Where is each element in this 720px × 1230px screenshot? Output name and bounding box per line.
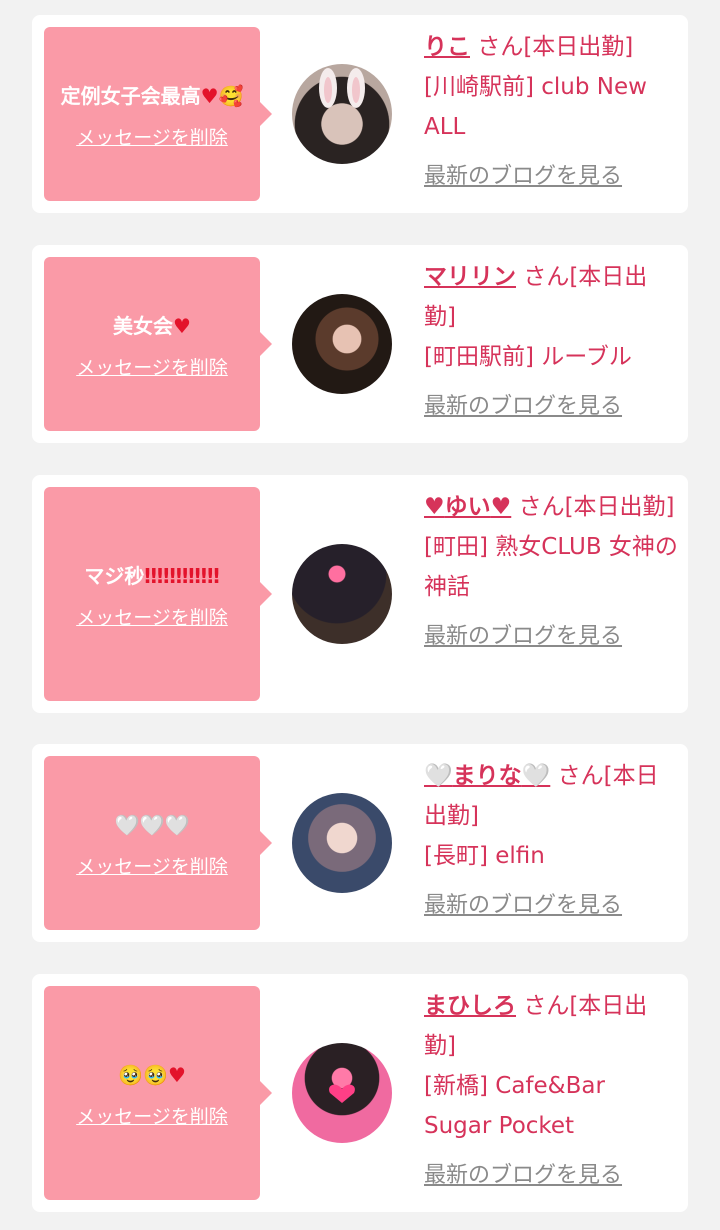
cast-card: 定例女子会最高♥🥰 メッセージを削除 りこ さん[本日出勤] [川崎駅前] cl… bbox=[32, 15, 688, 213]
message-text: 🥹🥹♥ bbox=[118, 1062, 186, 1087]
cast-name-link[interactable]: 🤍まりな🤍 bbox=[424, 763, 550, 789]
cast-card: マジ秒‼‼‼‼‼‼ メッセージを削除 ♥ゆい♥ さん[本日出勤] [町田] 熟女… bbox=[32, 475, 688, 713]
message-bubble: 🤍🤍🤍 メッセージを削除 bbox=[44, 756, 272, 930]
latest-blog-link[interactable]: 最新のブログを見る bbox=[424, 161, 678, 193]
delete-message-link[interactable]: メッセージを削除 bbox=[76, 353, 228, 380]
store-name: [長町] elfin bbox=[424, 843, 545, 869]
latest-blog-link[interactable]: 最新のブログを見る bbox=[424, 1160, 678, 1192]
avatar[interactable] bbox=[292, 1043, 392, 1143]
delete-message-link[interactable]: メッセージを削除 bbox=[76, 603, 228, 630]
message-bubble: 定例女子会最高♥🥰 メッセージを削除 bbox=[44, 27, 272, 201]
cast-card: 美女会♥ メッセージを削除 マリリン さん[本日出勤] [町田駅前] ルーブル … bbox=[32, 245, 688, 443]
message-bubble: 🥹🥹♥ メッセージを削除 bbox=[44, 986, 272, 1200]
avatar[interactable] bbox=[292, 544, 392, 644]
cast-name-link[interactable]: りこ bbox=[424, 34, 470, 60]
message-text: マジ秒‼‼‼‼‼‼ bbox=[84, 563, 220, 588]
cast-name-link[interactable]: まひしろ bbox=[424, 993, 516, 1019]
avatar[interactable] bbox=[292, 64, 392, 164]
store-name: [新橋] Cafe&Bar Sugar Pocket bbox=[424, 1073, 605, 1139]
cast-status: さん[本日出勤] bbox=[477, 34, 634, 60]
message-bubble: マジ秒‼‼‼‼‼‼ メッセージを削除 bbox=[44, 487, 272, 701]
avatar[interactable] bbox=[292, 793, 392, 893]
latest-blog-link[interactable]: 最新のブログを見る bbox=[424, 391, 678, 423]
message-text: 美女会♥ bbox=[113, 313, 191, 338]
store-name: [町田] 熟女CLUB 女神の神話 bbox=[424, 534, 678, 600]
message-list: 定例女子会最高♥🥰 メッセージを削除 りこ さん[本日出勤] [川崎駅前] cl… bbox=[0, 0, 720, 1230]
avatar[interactable] bbox=[292, 294, 392, 394]
latest-blog-link[interactable]: 最新のブログを見る bbox=[424, 890, 678, 922]
cast-info: 🤍まりな🤍 さん[本日出勤] [長町] elfin 最新のブログを見る bbox=[424, 756, 678, 922]
store-name: [町田駅前] ルーブル bbox=[424, 344, 632, 370]
delete-message-link[interactable]: メッセージを削除 bbox=[76, 1102, 228, 1129]
cast-name-link[interactable]: マリリン bbox=[424, 264, 516, 290]
heart-icon bbox=[329, 1084, 355, 1103]
cast-name-link[interactable]: ♥ゆい♥ bbox=[424, 494, 511, 520]
cast-info: ♥ゆい♥ さん[本日出勤] [町田] 熟女CLUB 女神の神話 最新のブログを見… bbox=[424, 487, 678, 653]
cast-status: さん[本日出勤] bbox=[518, 494, 675, 520]
latest-blog-link[interactable]: 最新のブログを見る bbox=[424, 621, 678, 653]
delete-message-link[interactable]: メッセージを削除 bbox=[76, 852, 228, 879]
delete-message-link[interactable]: メッセージを削除 bbox=[76, 123, 228, 150]
cast-info: マリリン さん[本日出勤] [町田駅前] ルーブル 最新のブログを見る bbox=[424, 257, 678, 423]
cast-info: りこ さん[本日出勤] [川崎駅前] club New ALL 最新のブログを見… bbox=[424, 27, 678, 193]
message-text: 🤍🤍🤍 bbox=[114, 812, 190, 837]
bunny-ears-icon bbox=[319, 68, 365, 108]
cast-card: 🤍🤍🤍 メッセージを削除 🤍まりな🤍 さん[本日出勤] [長町] elfin 最… bbox=[32, 744, 688, 942]
message-text: 定例女子会最高♥🥰 bbox=[60, 83, 244, 108]
cast-card: 🥹🥹♥ メッセージを削除 まひしろ さん[本日出勤] [新橋] Cafe&Bar… bbox=[32, 974, 688, 1212]
store-name: [川崎駅前] club New ALL bbox=[424, 74, 647, 140]
message-bubble: 美女会♥ メッセージを削除 bbox=[44, 257, 272, 431]
cast-info: まひしろ さん[本日出勤] [新橋] Cafe&Bar Sugar Pocket… bbox=[424, 986, 678, 1192]
